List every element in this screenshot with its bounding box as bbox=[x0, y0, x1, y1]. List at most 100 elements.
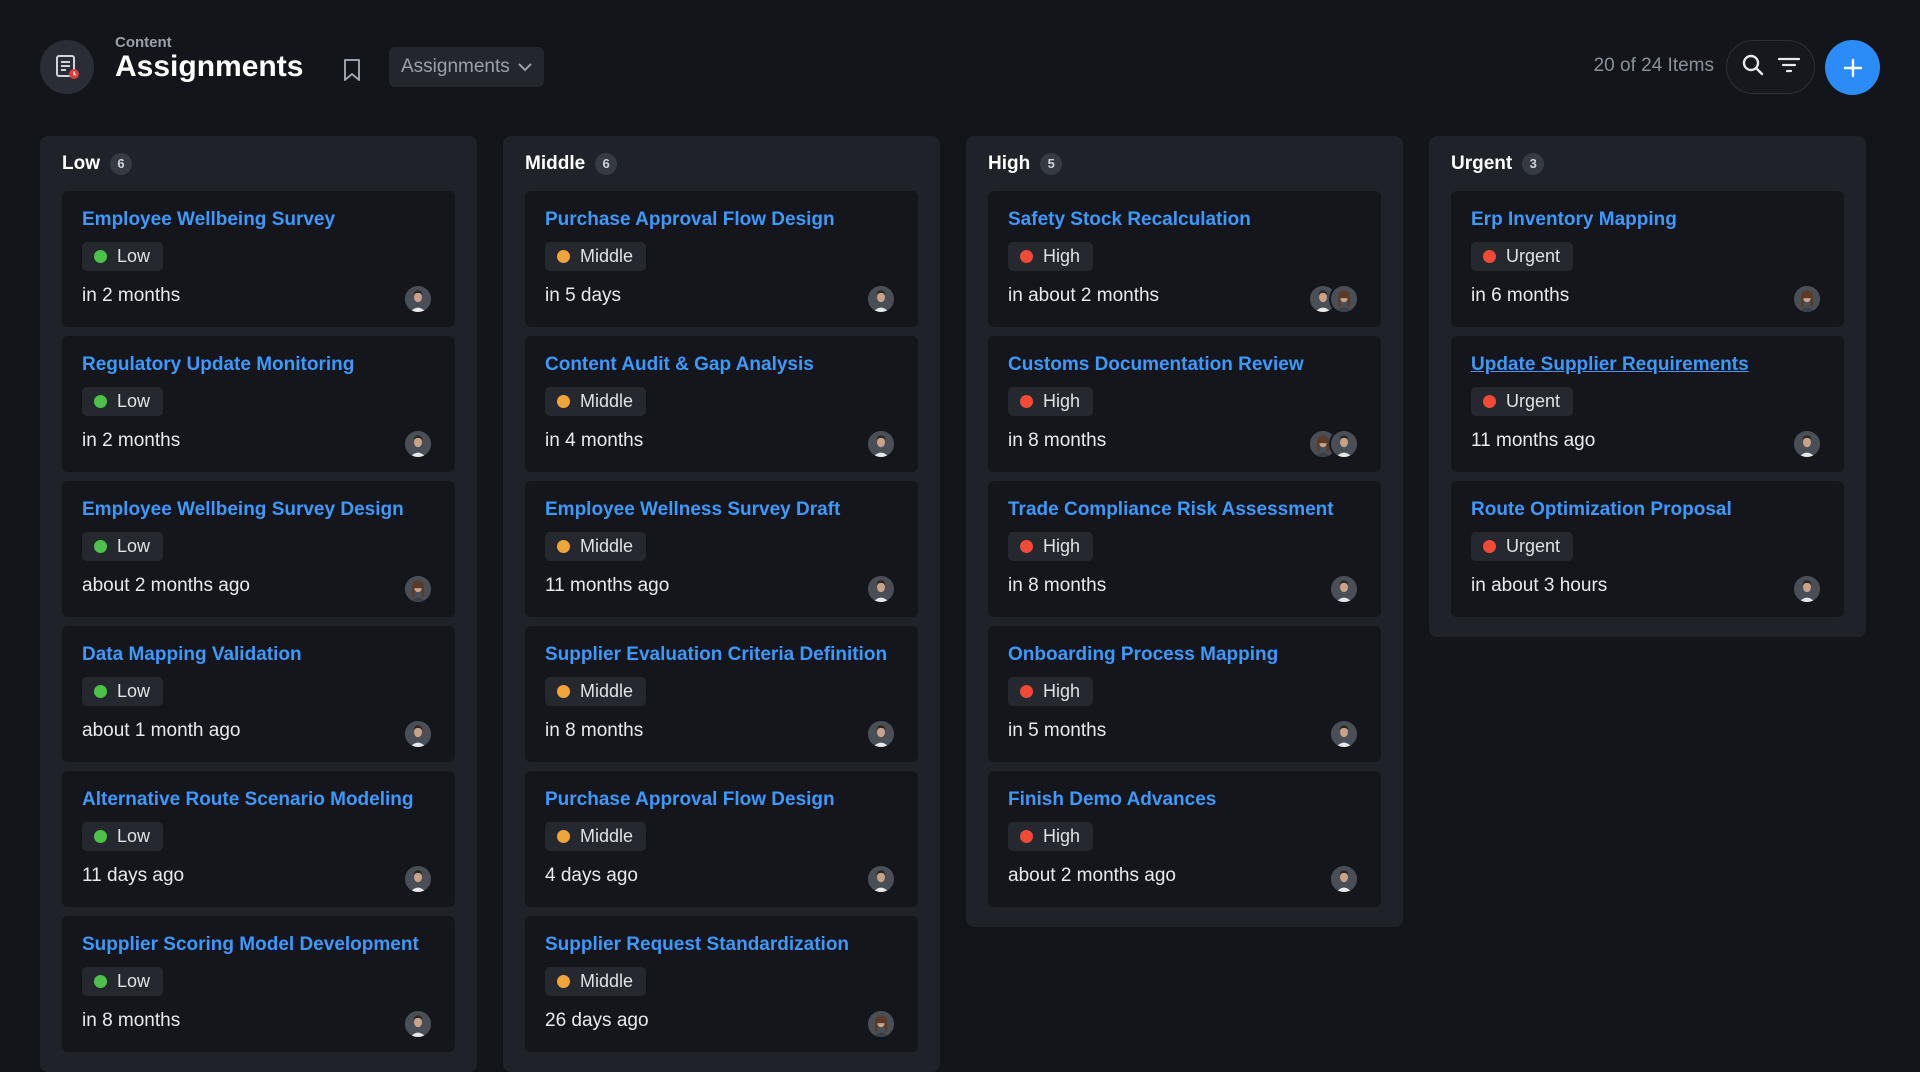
task-title-link[interactable]: Update Supplier Requirements bbox=[1471, 354, 1824, 376]
task-title-link[interactable]: Finish Demo Advances bbox=[1008, 789, 1361, 811]
priority-badge[interactable]: Low bbox=[82, 677, 164, 706]
task-title-link[interactable]: Purchase Approval Flow Design bbox=[545, 209, 898, 231]
priority-badge[interactable]: Middle bbox=[545, 677, 647, 706]
assignee-avatars[interactable] bbox=[403, 574, 433, 604]
assignee-avatars[interactable] bbox=[1792, 574, 1822, 604]
priority-badge[interactable]: High bbox=[1008, 822, 1094, 851]
avatar[interactable] bbox=[866, 864, 896, 894]
priority-badge[interactable]: High bbox=[1008, 242, 1094, 271]
assignee-avatars[interactable] bbox=[866, 864, 896, 894]
priority-badge[interactable]: Low bbox=[82, 387, 164, 416]
avatar[interactable] bbox=[1792, 284, 1822, 314]
priority-badge[interactable]: Low bbox=[82, 967, 164, 996]
assignee-avatars[interactable] bbox=[866, 429, 896, 459]
view-select-dropdown[interactable]: Assignments bbox=[389, 47, 544, 87]
avatar[interactable] bbox=[403, 284, 433, 314]
task-title-link[interactable]: Content Audit & Gap Analysis bbox=[545, 354, 898, 376]
task-title-link[interactable]: Erp Inventory Mapping bbox=[1471, 209, 1824, 231]
priority-badge[interactable]: Urgent bbox=[1471, 242, 1574, 271]
task-title-link[interactable]: Alternative Route Scenario Modeling bbox=[82, 789, 435, 811]
task-title-link[interactable]: Onboarding Process Mapping bbox=[1008, 644, 1361, 666]
assignee-avatars[interactable] bbox=[403, 1009, 433, 1039]
task-title-link[interactable]: Purchase Approval Flow Design bbox=[545, 789, 898, 811]
add-button[interactable] bbox=[1825, 40, 1880, 95]
avatar[interactable] bbox=[403, 1009, 433, 1039]
priority-badge[interactable]: Low bbox=[82, 822, 164, 851]
task-title-link[interactable]: Employee Wellbeing Survey bbox=[82, 209, 435, 231]
priority-badge[interactable]: High bbox=[1008, 532, 1094, 561]
assignee-avatars[interactable] bbox=[866, 1009, 896, 1039]
task-card[interactable]: Update Supplier Requirements Urgent 11 mon… bbox=[1451, 336, 1844, 472]
priority-badge[interactable]: High bbox=[1008, 677, 1094, 706]
avatar[interactable] bbox=[866, 284, 896, 314]
breadcrumb[interactable]: Content bbox=[115, 34, 172, 51]
task-card[interactable]: Purchase Approval Flow Design Middle 4 day… bbox=[525, 771, 918, 907]
task-card[interactable]: Route Optimization Proposal Urgent in abou… bbox=[1451, 481, 1844, 617]
avatar[interactable] bbox=[1792, 574, 1822, 604]
avatar[interactable] bbox=[1329, 719, 1359, 749]
task-card[interactable]: Supplier Request Standardization Middle 26… bbox=[525, 916, 918, 1052]
avatar[interactable] bbox=[403, 719, 433, 749]
priority-badge[interactable]: Middle bbox=[545, 242, 647, 271]
assignee-avatars[interactable] bbox=[866, 719, 896, 749]
task-card[interactable]: Trade Compliance Risk Assessment High in 8… bbox=[988, 481, 1381, 617]
task-card[interactable]: Employee Wellbeing Survey Low in 2 months bbox=[62, 191, 455, 327]
assignee-avatars[interactable] bbox=[1308, 284, 1359, 314]
assignee-avatars[interactable] bbox=[403, 284, 433, 314]
task-title-link[interactable]: Safety Stock Recalculation bbox=[1008, 209, 1361, 231]
task-title-link[interactable]: Employee Wellness Survey Draft bbox=[545, 499, 898, 521]
assignee-avatars[interactable] bbox=[1308, 429, 1359, 459]
priority-badge[interactable]: Middle bbox=[545, 967, 647, 996]
filter-icon[interactable] bbox=[1777, 55, 1801, 80]
priority-badge[interactable]: Middle bbox=[545, 387, 647, 416]
task-card[interactable]: Erp Inventory Mapping Urgent in 6 months bbox=[1451, 191, 1844, 327]
avatar[interactable] bbox=[866, 719, 896, 749]
task-card[interactable]: Employee Wellness Survey Draft Middle 11 m… bbox=[525, 481, 918, 617]
avatar[interactable] bbox=[403, 574, 433, 604]
priority-badge[interactable]: Urgent bbox=[1471, 387, 1574, 416]
priority-badge[interactable]: Low bbox=[82, 532, 164, 561]
assignee-avatars[interactable] bbox=[1329, 719, 1359, 749]
assignee-avatars[interactable] bbox=[1792, 429, 1822, 459]
task-card[interactable]: Data Mapping Validation Low about 1 month … bbox=[62, 626, 455, 762]
task-title-link[interactable]: Route Optimization Proposal bbox=[1471, 499, 1824, 521]
priority-badge[interactable]: Urgent bbox=[1471, 532, 1574, 561]
task-card[interactable]: Alternative Route Scenario Modeling Low 11… bbox=[62, 771, 455, 907]
avatar[interactable] bbox=[866, 1009, 896, 1039]
bookmark-icon[interactable] bbox=[340, 56, 364, 84]
task-card[interactable]: Customs Documentation Review High in 8 mon… bbox=[988, 336, 1381, 472]
priority-badge[interactable]: Middle bbox=[545, 532, 647, 561]
priority-badge[interactable]: Middle bbox=[545, 822, 647, 851]
task-title-link[interactable]: Customs Documentation Review bbox=[1008, 354, 1361, 376]
task-card[interactable]: Safety Stock Recalculation High in about 2… bbox=[988, 191, 1381, 327]
avatar[interactable] bbox=[1329, 429, 1359, 459]
priority-badge[interactable]: Low bbox=[82, 242, 164, 271]
task-card[interactable]: Regulatory Update Monitoring Low in 2 mont… bbox=[62, 336, 455, 472]
task-title-link[interactable]: Supplier Evaluation Criteria Definition bbox=[545, 644, 898, 666]
app-icon[interactable] bbox=[40, 40, 94, 94]
task-card[interactable]: Finish Demo Advances High about 2 months a… bbox=[988, 771, 1381, 907]
priority-badge[interactable]: High bbox=[1008, 387, 1094, 416]
assignee-avatars[interactable] bbox=[1792, 284, 1822, 314]
search-icon[interactable] bbox=[1741, 53, 1765, 82]
assignee-avatars[interactable] bbox=[1329, 574, 1359, 604]
task-card[interactable]: Supplier Evaluation Criteria Definition M… bbox=[525, 626, 918, 762]
assignee-avatars[interactable] bbox=[403, 429, 433, 459]
avatar[interactable] bbox=[1792, 429, 1822, 459]
task-title-link[interactable]: Data Mapping Validation bbox=[82, 644, 435, 666]
task-card[interactable]: Employee Wellbeing Survey Design Low about… bbox=[62, 481, 455, 617]
task-card[interactable]: Onboarding Process Mapping High in 5 month… bbox=[988, 626, 1381, 762]
avatar[interactable] bbox=[866, 574, 896, 604]
avatar[interactable] bbox=[1329, 864, 1359, 894]
avatar[interactable] bbox=[403, 429, 433, 459]
assignee-avatars[interactable] bbox=[403, 864, 433, 894]
task-title-link[interactable]: Supplier Scoring Model Development bbox=[82, 934, 435, 956]
task-title-link[interactable]: Trade Compliance Risk Assessment bbox=[1008, 499, 1361, 521]
avatar[interactable] bbox=[866, 429, 896, 459]
task-card[interactable]: Purchase Approval Flow Design Middle in 5 … bbox=[525, 191, 918, 327]
avatar[interactable] bbox=[1329, 284, 1359, 314]
task-title-link[interactable]: Regulatory Update Monitoring bbox=[82, 354, 435, 376]
assignee-avatars[interactable] bbox=[866, 284, 896, 314]
task-card[interactable]: Supplier Scoring Model Development Low in … bbox=[62, 916, 455, 1052]
assignee-avatars[interactable] bbox=[866, 574, 896, 604]
